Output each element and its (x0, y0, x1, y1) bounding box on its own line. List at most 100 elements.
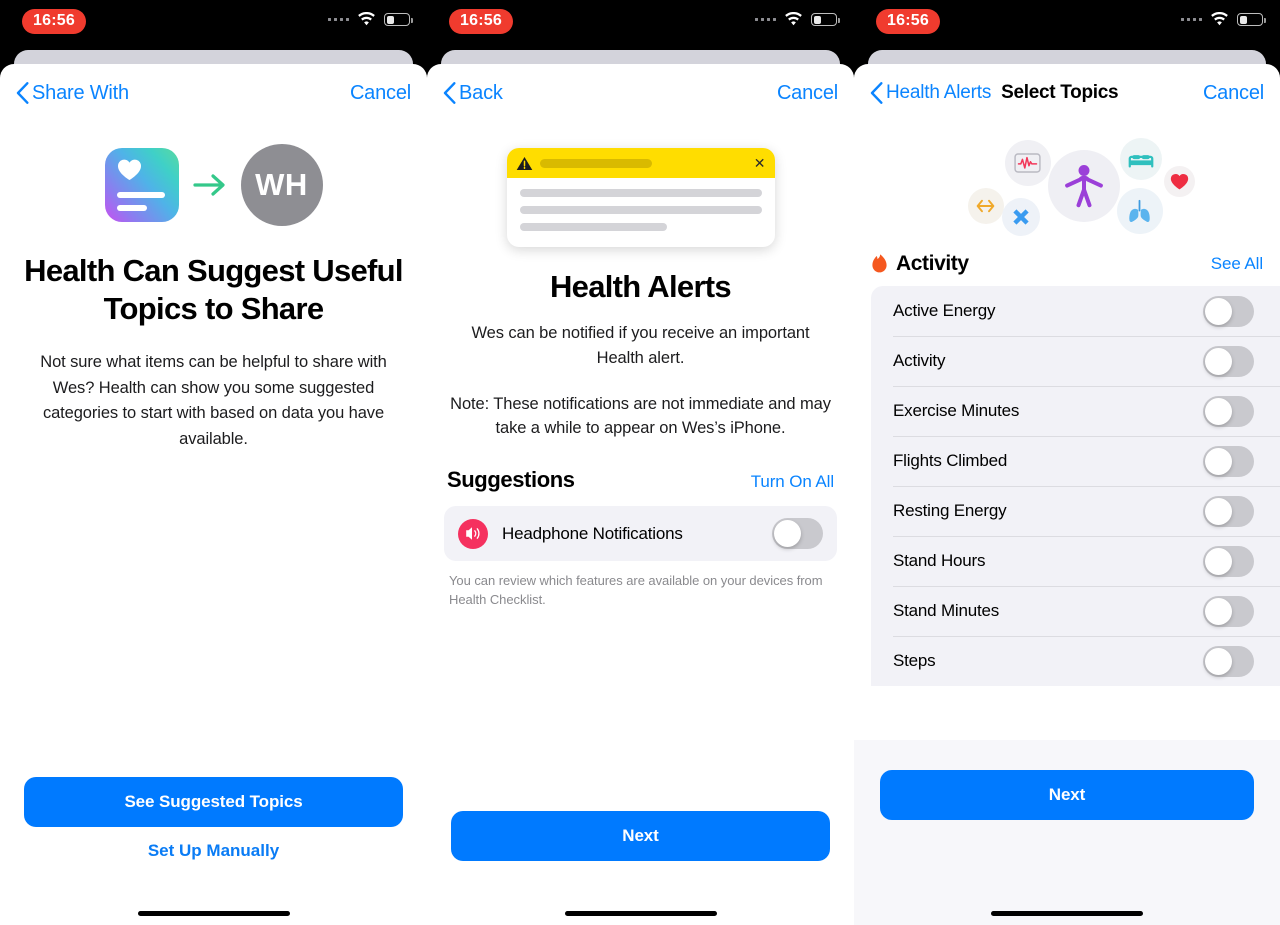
battery-icon (384, 13, 413, 26)
flame-icon (872, 253, 887, 272)
topic-toggle[interactable] (1203, 395, 1254, 427)
table-row[interactable]: Exercise Minutes (871, 386, 1280, 436)
home-indicator (564, 910, 717, 916)
page-title: Health Can Suggest Useful Topics to Shar… (24, 253, 403, 327)
status-bar-time: 16:56 (876, 9, 940, 34)
next-button[interactable]: Next (880, 770, 1254, 820)
screenshot-root: 16:56 Share With Cancel WH Health Can Su… (0, 0, 1280, 925)
back-button-label: Back (459, 81, 503, 104)
modal-sheet: Share With Cancel WH Health Can Suggest … (0, 64, 427, 925)
status-bar: 16:56 (854, 0, 1280, 44)
topic-label: Stand Minutes (893, 601, 1000, 620)
page-body-text: Wes can be notified if you receive an im… (471, 324, 810, 367)
alert-title-placeholder (539, 158, 652, 168)
bed-sleep-icon (1119, 138, 1162, 180)
bottom-action-area: See Suggested Topics Set Up Manually (0, 777, 427, 861)
arrows-horizontal-icon (967, 188, 1004, 224)
health-card-line-1 (116, 192, 165, 198)
status-bar: 16:56 (427, 0, 854, 44)
list-item[interactable]: Headphone Notifications (444, 506, 837, 561)
topic-toggle[interactable] (1203, 645, 1254, 677)
topic-toggle[interactable] (1203, 545, 1254, 577)
see-suggested-topics-button[interactable]: See Suggested Topics (24, 777, 403, 827)
section-title: Activity (896, 252, 969, 275)
next-button[interactable]: Next (451, 811, 830, 861)
bottom-action-area: Next (427, 811, 854, 861)
lungs-icon (1116, 188, 1163, 234)
topic-toggle[interactable] (1203, 595, 1254, 627)
wifi-icon (358, 12, 375, 26)
cancel-button[interactable]: Cancel (777, 82, 838, 105)
back-button[interactable]: Health Alerts (870, 82, 991, 104)
topic-label: Steps (893, 651, 936, 670)
warning-triangle-icon (516, 156, 532, 170)
back-button-label: Share With (32, 81, 129, 104)
topic-toggle[interactable] (1203, 495, 1254, 527)
share-hero-illustration: WH (0, 144, 427, 226)
topic-toggle[interactable] (1203, 345, 1254, 377)
heart-icon (117, 159, 141, 180)
cancel-button[interactable]: Cancel (350, 82, 411, 105)
status-bar-indicators (327, 12, 413, 27)
table-row[interactable]: Active Energy (871, 286, 1280, 336)
health-card-icon (104, 148, 179, 222)
headphone-notifications-toggle[interactable] (772, 518, 823, 549)
heart-rate-monitor-icon (1004, 140, 1051, 186)
page-note-text: Note: These notifications are not immedi… (450, 394, 831, 438)
home-indicator (137, 910, 290, 916)
table-row[interactable]: Stand Minutes (871, 586, 1280, 636)
alert-banner: ✕ (506, 148, 775, 178)
topic-label: Stand Hours (893, 551, 986, 570)
topic-label: Flights Climbed (893, 451, 1008, 470)
set-up-manually-button[interactable]: Set Up Manually (24, 841, 403, 861)
table-row[interactable]: Flights Climbed (871, 436, 1280, 486)
arrow-right-icon (192, 174, 225, 196)
table-row[interactable]: Resting Energy (871, 486, 1280, 536)
battery-icon (1237, 13, 1266, 26)
page-title: Health Alerts (550, 269, 732, 304)
headphone-audio-icon (458, 518, 488, 549)
footnote-text: You can review which features are availa… (449, 573, 823, 607)
status-bar-indicators (1180, 12, 1266, 27)
nav-bar: Health Alerts Select Topics Cancel (854, 64, 1280, 122)
health-card-line-2 (116, 205, 147, 211)
topics-illustration (960, 136, 1195, 236)
cellular-signal-icon (327, 17, 349, 22)
topic-toggle[interactable] (1203, 445, 1254, 477)
status-bar-time: 16:56 (22, 9, 86, 34)
placeholder-line (519, 206, 762, 214)
chevron-left-icon (16, 82, 29, 104)
page-title: Select Topics (1001, 82, 1119, 103)
close-icon[interactable]: ✕ (754, 156, 766, 170)
table-row[interactable]: Steps (871, 636, 1280, 686)
cancel-button[interactable]: Cancel (1203, 82, 1264, 105)
status-bar-indicators (754, 12, 840, 27)
table-row[interactable]: Activity (871, 336, 1280, 386)
see-all-button[interactable]: See All (1211, 254, 1263, 274)
wifi-icon (785, 12, 802, 26)
status-bar: 16:56 (0, 0, 427, 44)
cellular-signal-icon (1180, 17, 1202, 22)
suggestions-section-header: Suggestions Turn On All (447, 467, 834, 493)
avatar: WH (240, 144, 323, 226)
turn-on-all-button[interactable]: Turn On All (751, 472, 834, 492)
page-body-text: Not sure what items can be helpful to sh… (40, 353, 387, 448)
section-title: Suggestions (447, 467, 575, 492)
bottom-action-area: Next (854, 740, 1280, 925)
accessibility-body-icon (1047, 150, 1120, 222)
back-button[interactable]: Back (443, 82, 503, 105)
avatar-initials: WH (255, 167, 308, 202)
back-button[interactable]: Share With (16, 82, 129, 105)
topics-list: Active Energy Activity Exercise Minutes … (871, 286, 1280, 686)
cellular-signal-icon (754, 17, 776, 22)
topic-label: Activity (893, 351, 946, 370)
speaker-waves-icon (465, 527, 479, 540)
screen-share-with: 16:56 Share With Cancel WH Health Can Su… (0, 0, 427, 925)
medical-cross-icon (1001, 198, 1040, 236)
topic-label: Active Energy (893, 301, 996, 320)
table-row[interactable]: Stand Hours (871, 536, 1280, 586)
topic-toggle[interactable] (1203, 295, 1254, 327)
screen-health-alerts: 16:56 Back Cancel ✕ Health Alerts Wes ca… (427, 0, 854, 925)
nav-bar: Share With Cancel (0, 64, 427, 122)
alert-body-placeholder (507, 178, 775, 247)
